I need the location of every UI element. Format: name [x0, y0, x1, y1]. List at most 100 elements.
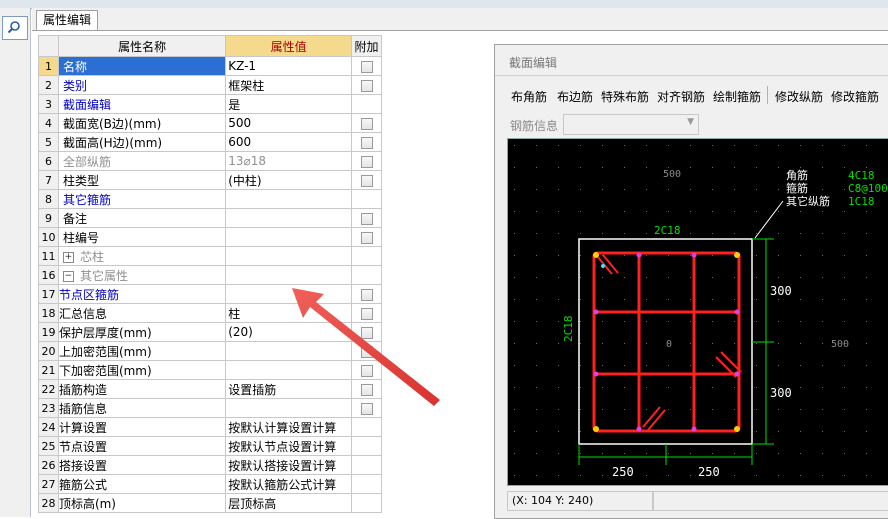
edge-rebar[interactable] — [636, 252, 642, 258]
grid-point — [822, 167, 823, 168]
grid-point — [866, 321, 867, 322]
grid-point — [690, 189, 691, 190]
grid-point — [602, 365, 603, 366]
legend-leader — [754, 200, 784, 239]
grid-point — [734, 189, 735, 190]
grid-point — [756, 387, 757, 388]
grid-point — [866, 277, 867, 278]
grid-label: 0 — [666, 339, 672, 350]
legend-stirrup-label: 箍筋 — [786, 181, 808, 195]
grid-point — [866, 431, 867, 432]
dialog-titlebar: 截面编辑 — [495, 45, 888, 76]
corner-rebar-button[interactable]: 布角筋 — [511, 88, 547, 105]
grid-point — [646, 387, 647, 388]
grid-point — [866, 233, 867, 234]
grid-point — [514, 343, 515, 344]
corner-rebar[interactable] — [734, 252, 740, 258]
grid-point — [624, 211, 625, 212]
section-editor-dialog: 截面编辑 布角筋 布边筋 特殊布筋 对齐钢筋 绘制箍筋 修改纵筋 修改箍筋 钢筋… — [494, 44, 888, 519]
grid-point — [624, 387, 625, 388]
grid-point — [844, 387, 845, 388]
grid-point — [778, 277, 779, 278]
edge-rebar[interactable] — [593, 371, 599, 377]
grid-point — [646, 453, 647, 454]
edge-rebar-button[interactable]: 布边筋 — [557, 88, 593, 105]
draw-stirrup-button[interactable]: 绘制箍筋 — [713, 88, 761, 105]
corner-rebar[interactable] — [593, 426, 599, 432]
grid-point — [602, 167, 603, 168]
grid-point — [624, 409, 625, 410]
grid-point — [690, 409, 691, 410]
grid-point — [646, 277, 647, 278]
grid-point — [536, 145, 537, 146]
corner-rebar[interactable] — [593, 252, 599, 258]
stirrup-hook — [642, 406, 661, 428]
chevron-down-icon: ▼ — [687, 117, 694, 127]
grid-point — [866, 387, 867, 388]
grid-point — [866, 255, 867, 256]
grid-point — [514, 475, 515, 476]
other-rebar[interactable] — [601, 264, 605, 268]
grid-point — [734, 211, 735, 212]
grid-point — [558, 255, 559, 256]
rebar-info-label: 钢筋信息 — [510, 119, 559, 133]
grid-point — [668, 387, 669, 388]
grid-point — [866, 453, 867, 454]
special-rebar-button[interactable]: 特殊布筋 — [601, 88, 649, 105]
edge-rebar[interactable] — [734, 309, 740, 315]
grid-point — [558, 321, 559, 322]
rebar-info-combo[interactable]: ▼ — [563, 114, 699, 135]
grid-point — [668, 167, 669, 168]
grid-point — [800, 167, 801, 168]
edge-rebar[interactable] — [691, 426, 697, 432]
edge-rebar[interactable] — [734, 371, 740, 377]
grid-point — [844, 233, 845, 234]
modify-stirrup-button[interactable]: 修改箍筋 — [831, 88, 879, 105]
align-rebar-button[interactable]: 对齐钢筋 — [657, 88, 705, 105]
grid-point — [734, 453, 735, 454]
section-canvas[interactable]: 500 500 0 角筋 箍筋 其它纵筋 4C18 C8@100 1C18 2C… — [507, 138, 888, 486]
grid-point — [778, 409, 779, 410]
grid-point — [800, 255, 801, 256]
grid-point — [558, 365, 559, 366]
grid-point — [580, 365, 581, 366]
grid-point — [536, 365, 537, 366]
edge-rebar[interactable] — [593, 309, 599, 315]
edge-rebar[interactable] — [636, 426, 642, 432]
grid-point — [866, 343, 867, 344]
grid-point — [536, 343, 537, 344]
grid-point — [756, 475, 757, 476]
grid-point — [602, 145, 603, 146]
modify-long-rebar-button[interactable]: 修改纵筋 — [775, 88, 823, 105]
status-field — [653, 491, 888, 511]
grid-point — [778, 475, 779, 476]
grid-point — [580, 277, 581, 278]
grid-point — [602, 409, 603, 410]
grid-point — [536, 277, 537, 278]
grid-point — [690, 387, 691, 388]
rebar-toolbar: 布角筋 布边筋 特殊布筋 对齐钢筋 绘制箍筋 修改纵筋 修改箍筋 — [505, 83, 888, 107]
grid-point — [822, 321, 823, 322]
grid-point — [624, 343, 625, 344]
grid-point — [624, 233, 625, 234]
grid-point — [844, 431, 845, 432]
grid-point — [646, 145, 647, 146]
grid-point — [734, 343, 735, 344]
grid-point — [800, 431, 801, 432]
grid-point — [712, 299, 713, 300]
grid-point — [668, 453, 669, 454]
edge-rebar[interactable] — [691, 252, 697, 258]
corner-rebar[interactable] — [734, 426, 740, 432]
grid-point — [866, 475, 867, 476]
grid-point — [734, 167, 735, 168]
grid-point — [756, 409, 757, 410]
grid-point — [690, 211, 691, 212]
grid-point — [800, 343, 801, 344]
grid-point — [580, 431, 581, 432]
grid-point — [844, 255, 845, 256]
grid-point — [646, 365, 647, 366]
grid-point — [580, 321, 581, 322]
grid-point — [734, 233, 735, 234]
grid-point — [822, 431, 823, 432]
dim-right-bottom: 300 — [770, 386, 792, 400]
